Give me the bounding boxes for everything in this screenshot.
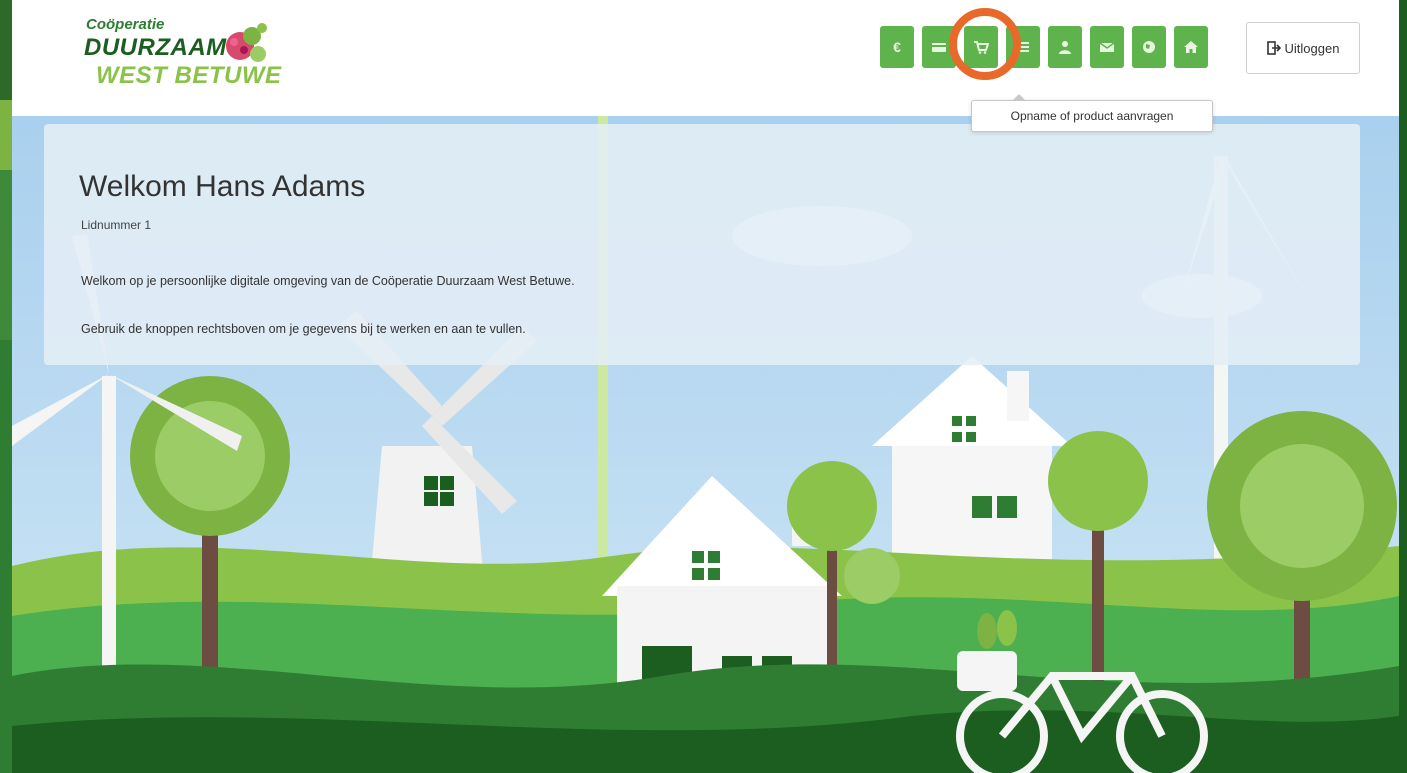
- list-button[interactable]: [1006, 26, 1040, 68]
- cart-button[interactable]: [964, 26, 998, 68]
- logout-button[interactable]: Uitloggen: [1246, 22, 1360, 74]
- euro-icon: €: [893, 39, 901, 55]
- cart-tooltip: Opname of product aanvragen: [971, 94, 1213, 132]
- welcome-panel: Welkom Hans Adams Lidnummer 1 Welkom op …: [44, 124, 1360, 365]
- app-window: Coöperatie DUURZAAM WEST BETUWE € Uitlog…: [12, 0, 1399, 773]
- header-bar: Coöperatie DUURZAAM WEST BETUWE € Uitlog…: [12, 0, 1399, 116]
- list-icon: [1017, 42, 1029, 52]
- right-decor: [1399, 0, 1407, 773]
- envelope-icon: [1099, 42, 1115, 52]
- globe-icon: [1143, 41, 1155, 53]
- logo-line-1: Coöperatie: [86, 16, 165, 33]
- instruction-text: Gebruik de knoppen rechtsboven om je geg…: [81, 322, 526, 336]
- home-button[interactable]: [1174, 26, 1208, 68]
- globe-button[interactable]: [1132, 26, 1166, 68]
- left-decor: [0, 0, 12, 773]
- logout-icon: [1266, 41, 1281, 55]
- logo-line-2: DUURZAAM: [84, 34, 227, 61]
- logo[interactable]: Coöperatie DUURZAAM WEST BETUWE: [82, 8, 292, 100]
- shopping-cart-icon: [974, 41, 989, 54]
- logo-emblem-icon: [226, 23, 267, 62]
- user-button[interactable]: [1048, 26, 1082, 68]
- intro-text: Welkom op je persoonlijke digitale omgev…: [81, 274, 575, 288]
- euro-button[interactable]: €: [880, 26, 914, 68]
- home-icon: [1184, 41, 1198, 53]
- mail-button[interactable]: [1090, 26, 1124, 68]
- user-icon: [1059, 41, 1071, 54]
- card-button[interactable]: [922, 26, 956, 68]
- logout-label: Uitloggen: [1284, 40, 1340, 56]
- page-title: Welkom Hans Adams: [79, 170, 366, 203]
- member-number: Lidnummer 1: [81, 218, 152, 232]
- credit-card-icon: [932, 43, 946, 52]
